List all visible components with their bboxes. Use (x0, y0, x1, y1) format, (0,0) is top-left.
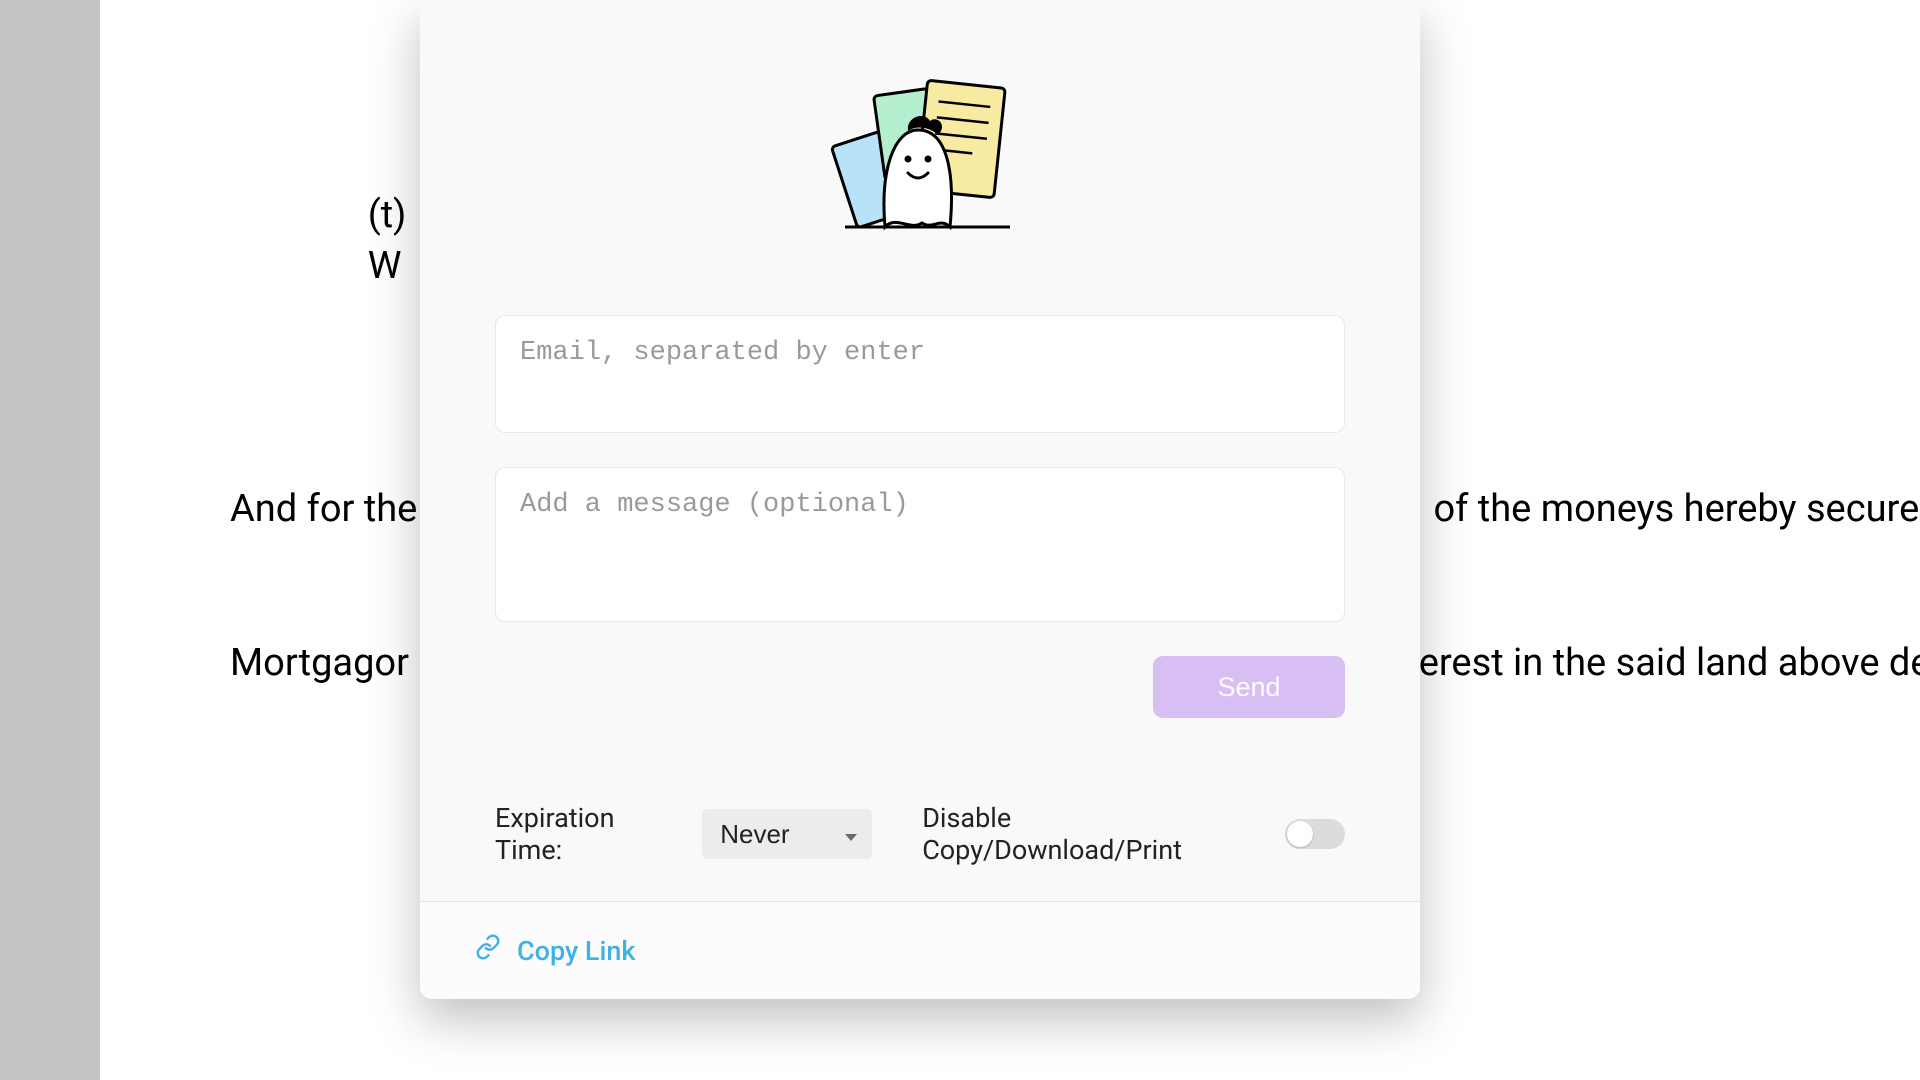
copy-link-label: Copy Link (517, 935, 635, 967)
email-input[interactable] (495, 315, 1345, 433)
expiration-label: Expiration Time: (495, 802, 680, 866)
clause-letter: (t) (368, 190, 407, 241)
share-modal: Send Expiration Time: Never Disable Copy… (420, 0, 1420, 999)
share-illustration (495, 75, 1345, 235)
doc-line: of the moneys hereby secured, t (1434, 484, 1920, 535)
link-icon (475, 934, 501, 967)
send-button[interactable]: Send (1153, 656, 1345, 718)
disable-copy-toggle[interactable] (1285, 819, 1345, 849)
doc-line: erest in the said land above desc (1419, 638, 1920, 689)
disable-copy-label: Disable Copy/Download/Print (922, 802, 1263, 866)
message-input[interactable] (495, 467, 1345, 622)
ghost-papers-icon (790, 75, 1050, 235)
expiration-select[interactable]: Never (702, 809, 872, 859)
clause-start: W (368, 244, 402, 288)
copy-link-button[interactable]: Copy Link (475, 934, 635, 967)
